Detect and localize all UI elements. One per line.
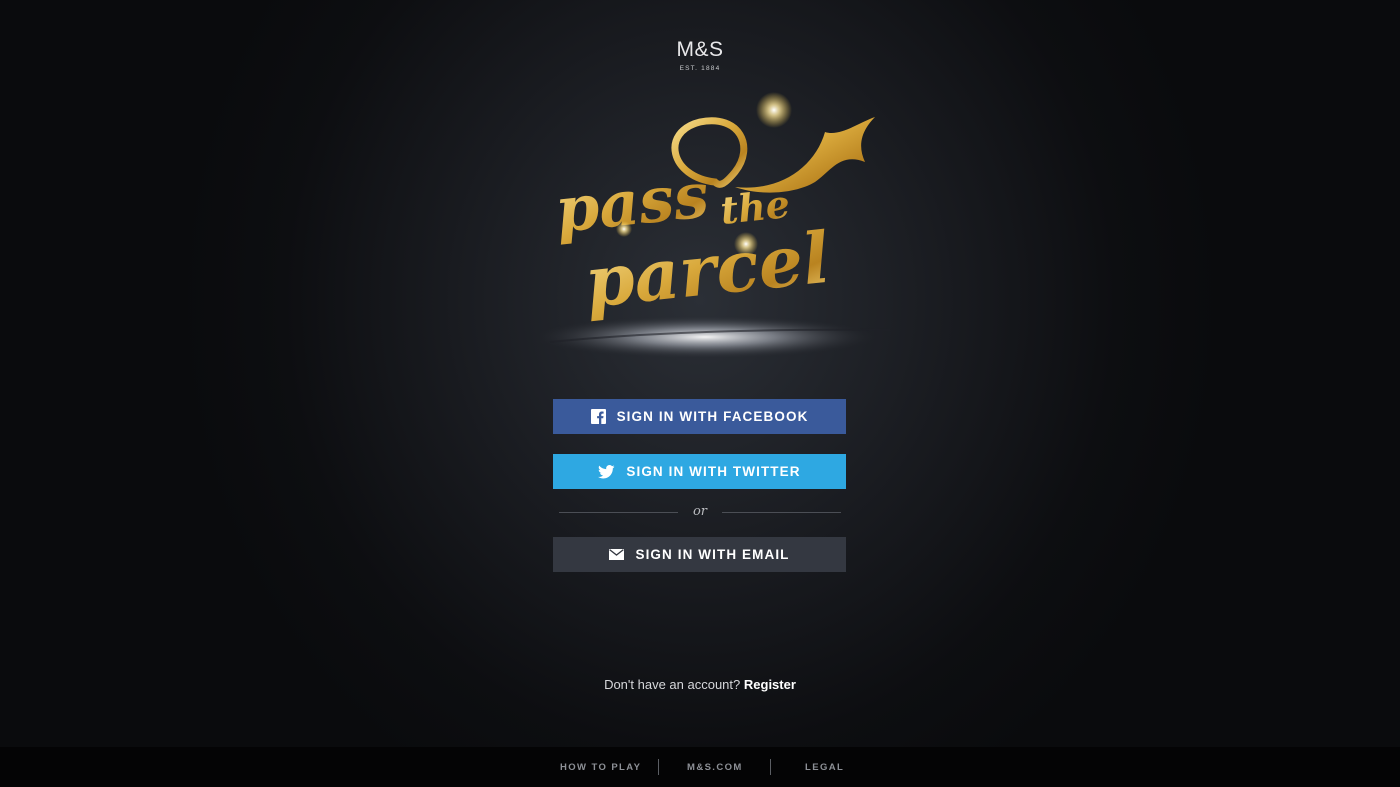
sparkle [734, 232, 758, 256]
footer-separator [770, 759, 771, 775]
sign-in-facebook-button[interactable]: SIGN IN WITH FACEBOOK [553, 399, 846, 434]
register-prompt-text: Don't have an account? [604, 677, 741, 692]
pass-the-parcel-graphic: pass the parcel [540, 92, 891, 357]
facebook-icon [590, 409, 606, 424]
register-prompt: Don't have an account? Register [0, 677, 1400, 692]
sign-in-email-button[interactable]: SIGN IN WITH EMAIL [553, 537, 846, 572]
twitter-icon [598, 464, 615, 479]
pass-the-parcel-logo: pass the parcel [540, 92, 900, 357]
ribbon-tail-right [735, 117, 875, 193]
sign-in-facebook-label: SIGN IN WITH FACEBOOK [616, 409, 809, 424]
sign-in-twitter-label: SIGN IN WITH TWITTER [626, 464, 801, 479]
or-divider: or [559, 504, 841, 522]
footer-separator [658, 759, 659, 775]
envelope-icon [609, 549, 625, 560]
footer-link-how-to-play[interactable]: HOW TO PLAY [560, 762, 641, 773]
sparkle [756, 92, 792, 128]
register-link[interactable]: Register [744, 677, 796, 692]
brand-name: M&S [676, 38, 724, 61]
brand-logo: M&S EST. 1884 [0, 38, 1400, 72]
divider-line-right [722, 512, 841, 513]
footer: HOW TO PLAY M&S.COM LEGAL [0, 747, 1400, 787]
brand-established: EST. 1884 [679, 65, 721, 72]
sparkle [616, 221, 632, 237]
sign-in-twitter-button[interactable]: SIGN IN WITH TWITTER [553, 454, 846, 489]
footer-link-legal[interactable]: LEGAL [805, 762, 844, 773]
sign-in-email-label: SIGN IN WITH EMAIL [635, 547, 790, 562]
footer-link-ms-com[interactable]: M&S.COM [687, 762, 743, 773]
